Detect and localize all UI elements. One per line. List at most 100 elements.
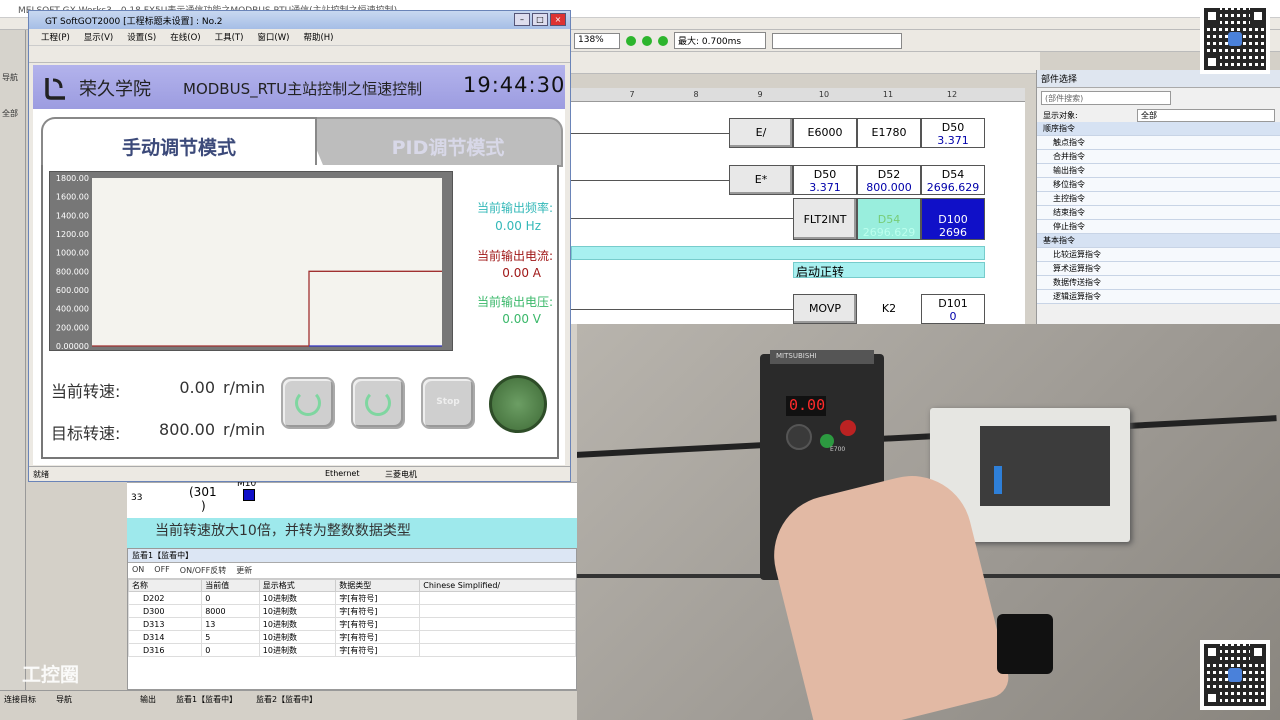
parts-item[interactable]: 触点指令 [1037,136,1280,150]
monitor-icon[interactable] [642,35,652,46]
device-select[interactable] [772,32,902,49]
parts-item[interactable]: 数据传送指令 [1037,276,1280,290]
watch-row[interactable]: D314 5 10进制数 字[有符号] [127,630,576,644]
hmi-screen: 荣久学院 MODBUS_RTU主站控制之恒速控制 19:44:30 PID调节模… [33,65,565,465]
gx-status-bar: 连接目标 导航 输出 监看1【监看中】 监看2【监看中】 [0,690,577,720]
ladder-operand[interactable]: D54 2696.629 [857,198,921,240]
parts-item[interactable]: 合并指令 [1037,150,1280,164]
watch-cell: D202 [127,591,203,605]
run-indicator-button[interactable] [489,375,547,433]
parts-item[interactable]: 移位指令 [1037,178,1280,192]
maximize-icon[interactable]: □ [532,13,548,26]
parts-item[interactable]: 结束指令 [1037,206,1280,220]
camera-feed: MITSUBISHI 0.00 E700 [577,324,1280,720]
menu-online[interactable]: 在线(O) [170,31,200,43]
watch-row[interactable]: D202 0 10进制数 字[有符号] [127,591,576,605]
menu-window[interactable]: 窗口(W) [257,31,289,43]
target-speed-value[interactable]: 800.00 [125,420,215,439]
ladder-operand[interactable]: D101 0 [921,294,985,324]
inverter-brand: MITSUBISHI [770,350,874,364]
y-tick-label: 600.000 [56,286,89,295]
watch-row[interactable]: D313 13 10进制数 字[有符号] [127,617,576,631]
ladder-rung-33[interactable]: 33 (301 ) M10 [127,479,577,518]
watch-column-header[interactable]: 名称 [127,579,203,592]
run-icon[interactable] [626,35,636,46]
ladder-operand[interactable]: E1780 [857,118,921,148]
nav-all[interactable]: 全部 [2,108,18,119]
menu-help[interactable]: 帮助(H) [303,31,333,43]
ladder-operand[interactable]: D52 800.000 [857,165,921,195]
toggle-button[interactable]: ON/OFF反转 [180,565,226,576]
tab-pid-mode[interactable]: PID调节模式 [303,117,563,167]
nav-label[interactable]: 导航 [2,72,18,83]
parts-item[interactable]: 逻辑运算指令 [1037,290,1280,304]
parts-item[interactable]: 停止指令 [1037,220,1280,234]
voltage-label: 当前输出电压: [476,295,553,309]
menu-tools[interactable]: 工具(T) [215,31,244,43]
ladder-operand[interactable]: E6000 [793,118,857,148]
forward-button[interactable] [281,377,335,429]
tab-manual-mode[interactable]: 手动调节模式 [41,117,317,167]
watch-cell: 8000 [201,604,260,618]
watch-cell [419,643,576,657]
parts-category[interactable]: 基本指令 [1037,234,1280,248]
watch-caption: 监看1【监看中】 [128,549,576,563]
ladder-operand[interactable]: K2 [857,294,921,324]
on-button[interactable]: ON [132,565,144,576]
watch-cell: 字[有符号] [335,591,421,605]
watch-column-header[interactable]: 当前值 [201,579,260,592]
ladder-operand-selected[interactable]: D100 2696 [921,198,985,240]
refresh-button[interactable]: 更新 [236,565,252,576]
parts-item[interactable]: 算术运算指令 [1037,262,1280,276]
ladder-coil-comment[interactable]: 启动正转 [793,262,985,279]
reverse-button[interactable] [351,377,405,429]
ladder-cmd-div[interactable]: E/ [729,118,793,148]
parts-item[interactable]: 输出指令 [1037,164,1280,178]
connect-target-tab[interactable]: 连接目标 [4,694,36,705]
ladder-operand[interactable]: D50 3.371 [793,165,857,195]
parts-tree: 顺序指令 触点指令 合并指令 输出指令 移位指令 主控指令 结束指令 停止指令 基本指令 比较运算… [1037,122,1280,304]
menu-settings[interactable]: 设置(S) [127,31,156,43]
zoom-select[interactable]: 138% [574,32,620,49]
watch-cell: 字[有符号] [335,617,421,631]
monitor-stop-icon[interactable] [658,35,668,46]
stop-button[interactable]: Stop [421,377,475,429]
motor [997,614,1053,674]
softgot-window: GT SoftGOT2000 [工程标题未设置] : No.2 – □ × 工程… [28,10,571,482]
gx-toolbar: 138% 最大: 0.700ms [570,30,1280,52]
watch1-tab[interactable]: 监看1【监看中】 [176,694,237,705]
ladder-operand[interactable]: D50 3.371 [921,118,985,148]
close-icon[interactable]: × [550,13,566,26]
contact-energized-icon[interactable] [243,489,255,501]
ladder-cmd-flt2int[interactable]: FLT2INT [793,198,857,240]
watch-column-header[interactable]: 显示格式 [258,579,337,592]
forward-rotate-icon [295,390,321,416]
inverter-display: 0.00 [786,396,826,416]
watch-column-header[interactable]: Chinese Simplified/ [419,579,576,592]
parts-item[interactable]: 比较运算指令 [1037,248,1280,262]
parts-search-input[interactable]: (部件搜索) [1041,91,1171,105]
watch-row[interactable]: D316 0 10进制数 字[有符号] [127,643,576,657]
col-num: 8 [693,90,699,99]
output-tab[interactable]: 输出 [140,694,156,705]
y-tick-label: 200.000 [56,323,89,332]
menu-project[interactable]: 工程(P) [41,31,70,43]
col-num: 7 [629,90,635,99]
menu-view[interactable]: 显示(V) [84,31,113,43]
display-filter-select[interactable]: 全部 [1137,109,1275,122]
watch2-tab[interactable]: 监看2【监看中】 [256,694,317,705]
ladder-operand[interactable]: D54 2696.629 [921,165,985,195]
watch-column-header[interactable]: 数据类型 [335,579,421,592]
parts-item[interactable]: 主控指令 [1037,192,1280,206]
display-filter: 显示对象: 全部 [1037,108,1280,122]
parts-category[interactable]: 顺序指令 [1037,122,1280,136]
freq-value: 0.00 Hz [495,219,541,233]
off-button[interactable]: OFF [154,565,170,576]
nav-tab[interactable]: 导航 [56,694,72,705]
y-tick-label: 1800.00 [56,174,89,183]
minimize-icon[interactable]: – [514,13,530,26]
ladder-cmd-movp[interactable]: MOVP [793,294,857,324]
ladder-cmd-mul[interactable]: E* [729,165,793,195]
current-value: 0.00 A [502,266,541,280]
watch-row[interactable]: D300 8000 10进制数 字[有符号] [127,604,576,618]
